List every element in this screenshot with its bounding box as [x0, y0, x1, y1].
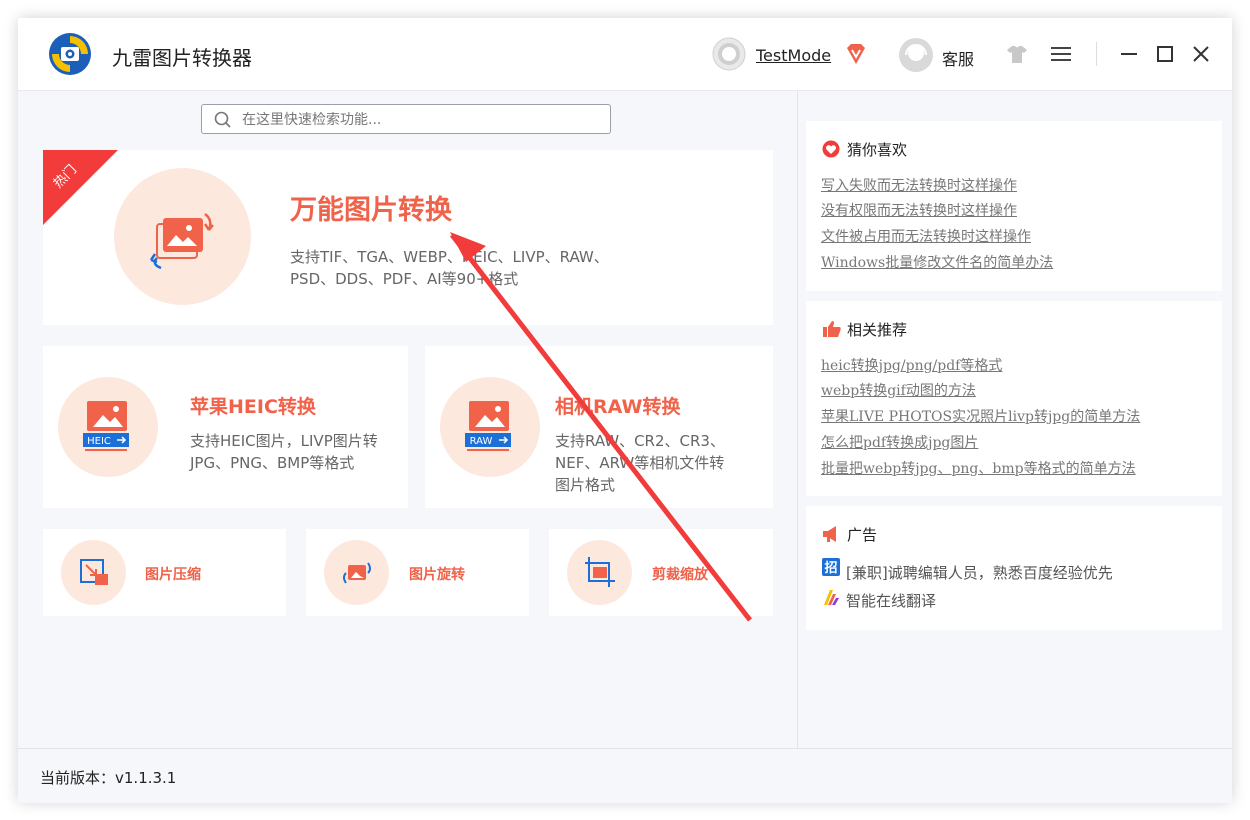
universal-convert-card[interactable]: 热门 万能图片转换 支持TIF、TGA、WEBP、HEIC、LIVP、RAW、 … [43, 150, 773, 325]
related-link[interactable]: webp转换gif动图的方法 [821, 380, 976, 400]
thumbs-up-icon [823, 321, 841, 337]
menu-icon[interactable] [1050, 44, 1072, 64]
crop-title: 剪裁缩放 [652, 567, 708, 583]
titlebar-separator [1096, 42, 1097, 66]
rotate-card[interactable]: 图片旋转 [306, 529, 529, 616]
rotate-title: 图片旋转 [409, 567, 465, 583]
raw-convert-desc-1: 支持RAW、CR2、CR3、 [555, 432, 725, 450]
guess-link[interactable]: 没有权限而无法转换时这样操作 [821, 200, 1017, 220]
heic-convert-card[interactable]: HEIC 苹果HEIC转换 支持HEIC图片，LIVP图片转 JPG、PNG、B… [43, 346, 408, 508]
skin-shirt-icon[interactable] [1006, 44, 1028, 64]
compress-title: 图片压缩 [145, 567, 201, 583]
raw-convert-desc-3: 图片格式 [555, 476, 616, 494]
image-convert-icon [149, 213, 214, 270]
related-panel: 相关推荐 heic转换jpg/png/pdf等格式 webp转换gif动图的方法… [806, 301, 1222, 496]
vip-badge-icon [847, 44, 865, 64]
heic-convert-desc-1: 支持HEIC图片，LIVP图片转 [190, 432, 378, 450]
recruit-logo-icon: 招 [822, 558, 840, 576]
universal-convert-title: 万能图片转换 [290, 195, 452, 226]
guess-link[interactable]: Windows批量修改文件名的简单办法 [821, 252, 1053, 272]
universal-convert-desc-2: PSD、DDS、PDF、AI等90+格式 [290, 270, 519, 288]
translate-logo-icon [824, 590, 839, 605]
app-window: 九雷图片转换器 TestMode 客服 在这里快速检索功能... 热门 万能图片… [18, 18, 1232, 803]
heic-file-icon: HEIC [83, 401, 129, 451]
app-logo-icon [49, 33, 91, 75]
heic-convert-title: 苹果HEIC转换 [190, 396, 316, 418]
raw-convert-card[interactable]: RAW 相机RAW转换 支持RAW、CR2、CR3、 NEF、ARW等相机文件转… [425, 346, 773, 508]
search-box[interactable] [201, 104, 611, 134]
raw-icon-label: RAW [470, 436, 493, 447]
search-icon [214, 111, 231, 128]
raw-convert-title: 相机RAW转换 [555, 396, 681, 418]
related-link[interactable]: 苹果LIVE PHOTOS实况照片livp转jpg的简单方法 [821, 406, 1140, 426]
status-bar: 当前版本：v1.1.3.1 [18, 748, 1232, 803]
heic-icon-label: HEIC [87, 436, 111, 447]
rotate-icon [343, 562, 371, 584]
customer-service-icon[interactable] [898, 37, 934, 73]
version-label: 当前版本：v1.1.3.1 [40, 769, 177, 787]
minimize-icon[interactable] [1118, 44, 1140, 64]
user-name-link[interactable]: TestMode [756, 46, 831, 65]
svg-text:招: 招 [824, 560, 837, 576]
guess-panel: 猜你喜欢 写入失败而无法转换时这样操作 没有权限而无法转换时这样操作 文件被占用… [806, 121, 1222, 291]
related-title: 相关推荐 [847, 321, 908, 339]
hot-badge [43, 150, 118, 225]
close-icon[interactable] [1190, 44, 1212, 64]
customer-service-label[interactable]: 客服 [942, 46, 974, 70]
user-avatar-icon[interactable] [712, 37, 746, 71]
search-input[interactable] [240, 108, 604, 132]
raw-convert-desc-2: NEF、ARW等相机文件转 [555, 454, 725, 472]
megaphone-icon [823, 526, 836, 542]
guess-link[interactable]: 写入失败而无法转换时这样操作 [821, 175, 1017, 195]
app-title: 九雷图片转换器 [112, 46, 252, 70]
universal-convert-desc-1: 支持TIF、TGA、WEBP、HEIC、LIVP、RAW、 [290, 248, 609, 266]
maximize-icon[interactable] [1154, 44, 1176, 64]
guess-link[interactable]: 文件被占用而无法转换时这样操作 [821, 226, 1031, 246]
heic-convert-desc-2: JPG、PNG、BMP等格式 [190, 454, 355, 472]
panel-divider [797, 91, 798, 748]
crop-icon [585, 557, 615, 587]
guess-title: 猜你喜欢 [847, 141, 908, 159]
compress-icon [80, 559, 108, 585]
heart-icon [822, 140, 840, 158]
crop-card[interactable]: 剪裁缩放 [549, 529, 773, 616]
ads-title: 广告 [847, 526, 878, 544]
ad-link[interactable]: [兼职]诚聘编辑人员，熟悉百度经验优先 [846, 562, 1113, 583]
related-link[interactable]: 怎么把pdf转换成jpg图片 [821, 432, 978, 452]
compress-card[interactable]: 图片压缩 [43, 529, 286, 616]
ad-link[interactable]: 智能在线翻译 [846, 590, 936, 611]
title-bar: 九雷图片转换器 TestMode 客服 [18, 18, 1232, 91]
ads-panel: 广告 招 [兼职]诚聘编辑人员，熟悉百度经验优先 智能在线翻译 [806, 506, 1222, 630]
raw-file-icon: RAW [465, 401, 511, 451]
related-link[interactable]: heic转换jpg/png/pdf等格式 [821, 355, 1002, 375]
related-link[interactable]: 批量把webp转jpg、png、bmp等格式的简单方法 [821, 458, 1136, 478]
